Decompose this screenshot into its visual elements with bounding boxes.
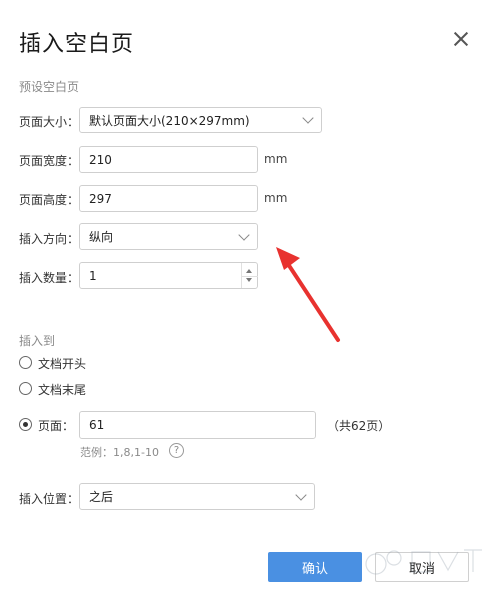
page-size-label: 页面大小： xyxy=(19,115,80,129)
radio-doc-end-label[interactable]: 文档末尾 xyxy=(38,381,86,398)
orientation-select[interactable]: 纵向 xyxy=(79,223,258,250)
radio-page-label[interactable]: 页面： xyxy=(38,417,74,434)
confirm-button[interactable]: 确认 xyxy=(268,552,362,582)
page-width-label: 页面宽度： xyxy=(19,154,80,168)
radio-doc-start[interactable] xyxy=(19,356,32,369)
radio-doc-end[interactable] xyxy=(19,382,32,395)
page-width-input[interactable]: 210 xyxy=(79,146,258,173)
total-pages: （共62页） xyxy=(327,419,391,433)
radio-page[interactable] xyxy=(19,418,32,431)
page-number-value: 61 xyxy=(89,418,105,432)
preset-section-label: 预设空白页 xyxy=(19,80,80,94)
help-icon[interactable]: ? xyxy=(169,443,184,458)
chevron-down-icon xyxy=(295,488,307,501)
stepper-up-icon[interactable] xyxy=(246,269,252,273)
insert-position-select[interactable]: 之后 xyxy=(79,483,315,510)
insert-to-section-label: 插入到 xyxy=(19,334,56,348)
orientation-value: 纵向 xyxy=(89,230,114,244)
count-stepper[interactable]: 1 xyxy=(79,262,258,289)
chevron-down-icon xyxy=(302,112,314,124)
page-width-unit: mm xyxy=(264,152,288,166)
radio-doc-start-label[interactable]: 文档开头 xyxy=(38,355,86,372)
page-width-value: 210 xyxy=(89,152,112,167)
count-label: 插入数量： xyxy=(19,271,80,285)
annotation-arrow xyxy=(276,247,340,342)
stepper-down-icon[interactable] xyxy=(246,278,252,282)
page-height-input[interactable]: 297 xyxy=(79,185,258,212)
dialog-title: 插入空白页 xyxy=(19,32,135,57)
chevron-down-icon xyxy=(238,228,250,241)
watermark-logo xyxy=(365,549,482,575)
page-height-value: 297 xyxy=(89,191,112,206)
page-size-select[interactable]: 默认页面大小(210×297mm) xyxy=(79,107,322,133)
page-number-input[interactable]: 61 xyxy=(79,411,316,439)
page-size-value: 默认页面大小(210×297mm) xyxy=(89,113,250,128)
stepper-arrows[interactable] xyxy=(241,263,258,288)
close-icon[interactable] xyxy=(452,30,470,48)
page-height-unit: mm xyxy=(264,191,288,205)
page-example-hint: 范例：1,8,1-10 xyxy=(80,446,159,459)
insert-position-label: 插入位置： xyxy=(19,492,80,506)
count-value: 1 xyxy=(89,268,97,283)
orientation-label: 插入方向： xyxy=(19,232,80,246)
page-height-label: 页面高度： xyxy=(19,193,80,207)
insert-position-value: 之后 xyxy=(89,490,114,504)
